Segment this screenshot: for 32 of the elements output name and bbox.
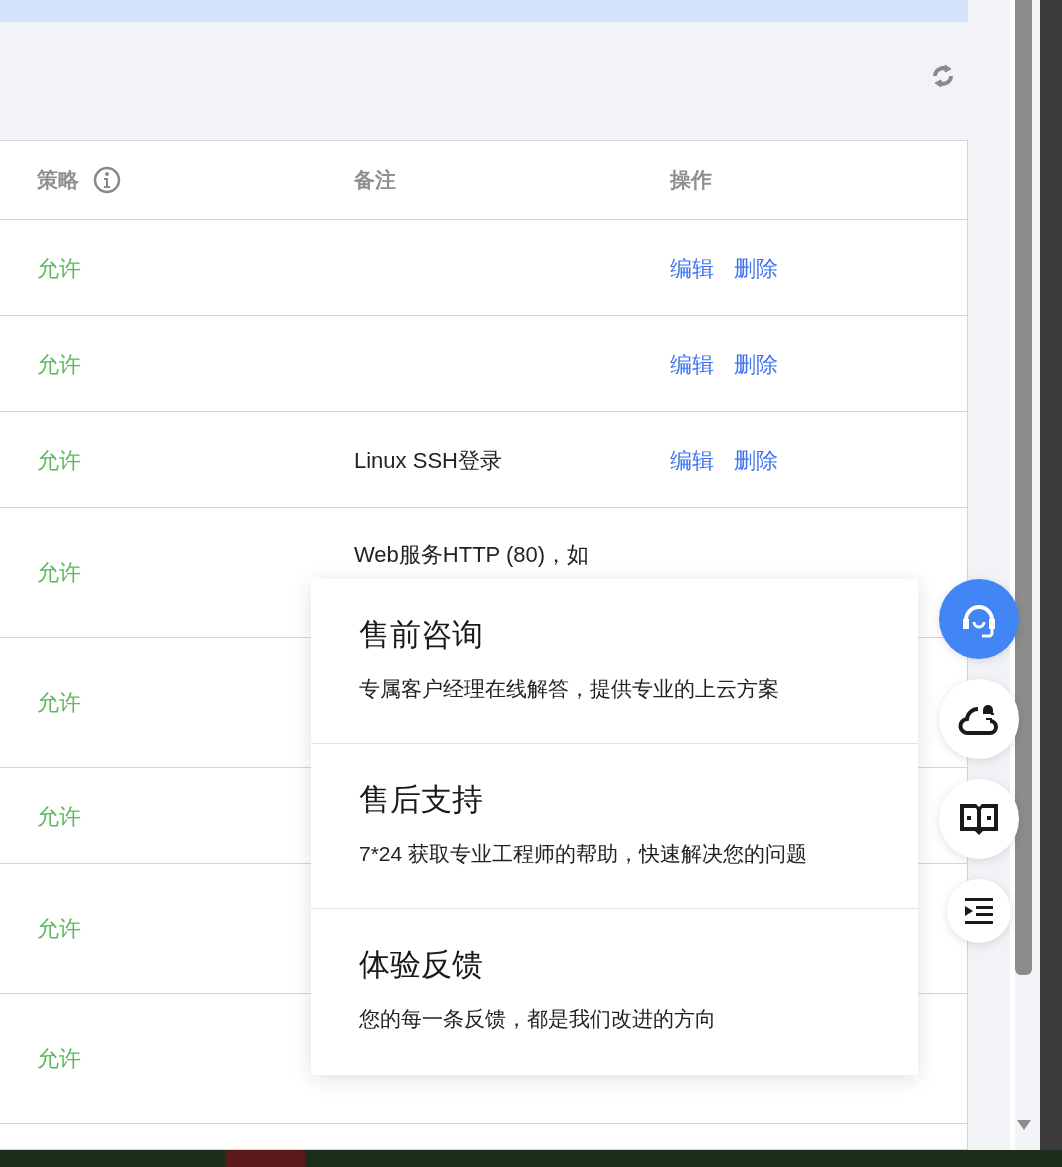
delete-link[interactable]: 删除 — [734, 252, 778, 285]
policy-text: 允许 — [37, 447, 81, 475]
policy-text: 允许 — [37, 915, 81, 943]
column-header: 备注 — [354, 167, 396, 194]
float-button[interactable] — [947, 879, 1011, 943]
popup-item-description: 您的每一条反馈，都是我们改进的方向 — [359, 1006, 716, 1032]
collapse-menu-icon — [965, 898, 993, 924]
column-header: 操作 — [670, 167, 712, 194]
open-book-icon — [958, 801, 1000, 837]
policy-text: 允许 — [37, 1045, 81, 1073]
remark-text: Linux SSH登录 — [354, 447, 502, 475]
policy-text: 允许 — [37, 351, 81, 379]
policy-text: 允许 — [37, 689, 81, 717]
popup-item-title[interactable]: 售后支持 — [359, 780, 483, 820]
policy-text: 允许 — [37, 803, 81, 831]
scroll-down-icon[interactable] — [1016, 1120, 1031, 1130]
edit-link[interactable]: 编辑 — [670, 444, 714, 477]
edit-link[interactable]: 编辑 — [670, 348, 714, 381]
scrollbar-thumb[interactable] — [1015, 0, 1032, 975]
policy-text: 允许 — [37, 255, 81, 283]
popup-item-description: 专属客户经理在线解答，提供专业的上云方案 — [359, 676, 779, 702]
popup-item-description: 7*24 获取专业工程师的帮助，快速解决您的问题 — [359, 841, 808, 867]
delete-link[interactable]: 删除 — [734, 348, 778, 381]
refresh-icon[interactable] — [930, 62, 956, 90]
delete-link[interactable]: 删除 — [734, 444, 778, 477]
edit-link[interactable]: 编辑 — [670, 252, 714, 285]
popup-item-title[interactable]: 体验反馈 — [359, 945, 483, 985]
info-icon[interactable] — [93, 166, 121, 194]
policy-text: 允许 — [37, 559, 81, 587]
popup-item-title[interactable]: 售前咨询 — [359, 615, 483, 655]
remark-text: Web服务HTTP (80)，如 — [354, 541, 590, 569]
column-header: 策略 — [37, 167, 79, 194]
